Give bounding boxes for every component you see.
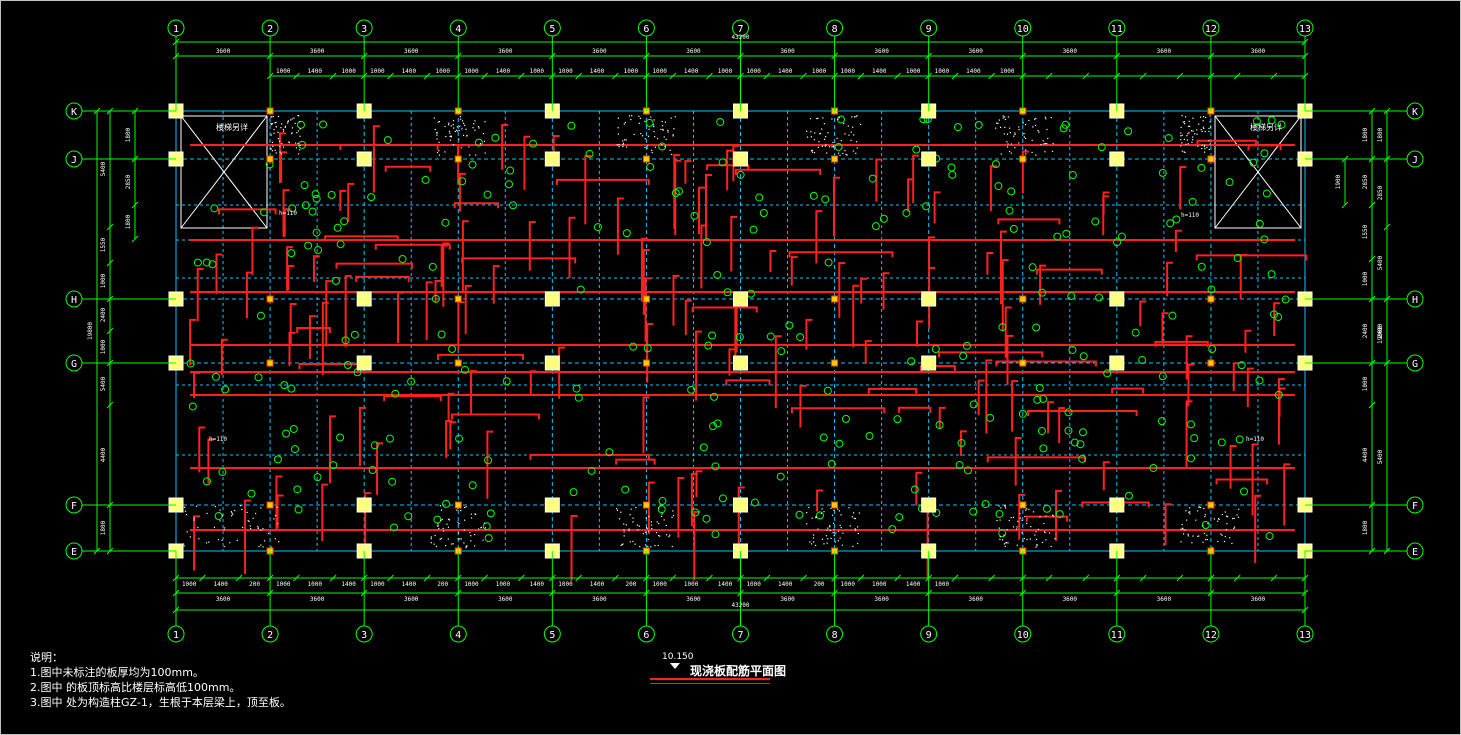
notes-block: 说明： 1.图中未标注的板厚均为100mm。 2.图中 的板顶标高比楼层标高低1… bbox=[30, 650, 291, 710]
note-1: 1.图中未标注的板厚均为100mm。 bbox=[30, 666, 204, 679]
title-underline-thick bbox=[650, 678, 770, 680]
drawing-title: 现浇板配筋平面图 bbox=[690, 664, 787, 678]
note-3-text: 3.图中 处为构造柱GZ-1，生根于本层梁上，顶至板。 bbox=[30, 696, 291, 709]
note-2-text: 2.图中 的板顶标高比楼层标高低100mm。 bbox=[30, 681, 241, 694]
elevation-label: 10.150 bbox=[662, 652, 694, 662]
drawing-frame bbox=[0, 0, 1461, 735]
note-3: 3.图中 处为构造柱GZ-1，生根于本层梁上，顶至板。 bbox=[30, 695, 291, 710]
title-underline-thin bbox=[650, 683, 770, 684]
notes-heading: 说明： bbox=[30, 651, 63, 664]
elevation-marker-icon bbox=[670, 663, 680, 669]
note-2: 2.图中 的板顶标高比楼层标高低100mm。 bbox=[30, 680, 291, 695]
